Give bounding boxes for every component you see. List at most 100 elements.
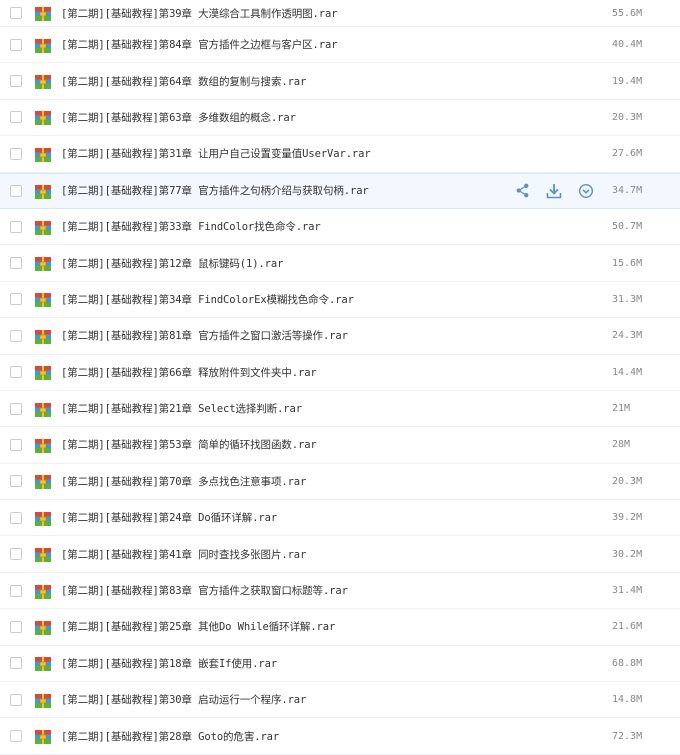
download-icon[interactable] (545, 182, 563, 200)
file-size: 31.4M (612, 585, 643, 597)
file-row[interactable]: [第二期][基础教程]第12章 鼠标键码(1).rar 15.6M (0, 245, 680, 282)
archive-file-icon (35, 365, 51, 381)
file-size: 40.4M (612, 39, 643, 51)
row-checkbox[interactable] (10, 511, 22, 524)
file-row[interactable]: [第二期][基础教程]第30章 启动运行一个程序.rar 14.8M (0, 682, 680, 719)
row-checkbox[interactable] (10, 620, 22, 633)
row-checkbox[interactable] (10, 657, 22, 670)
file-name[interactable]: [第二期][基础教程]第63章 多维数组的概念.rar (61, 110, 296, 125)
file-size: 31.3M (612, 293, 643, 305)
archive-file-icon (35, 402, 51, 417)
archive-file-icon (35, 438, 51, 453)
file-name[interactable]: [第二期][基础教程]第81章 官方插件之窗口激活等操作.rar (61, 328, 348, 343)
file-name[interactable]: [第二期][基础教程]第24章 Do循环详解.rar (61, 510, 277, 525)
row-checkbox[interactable] (10, 220, 22, 233)
file-name[interactable]: [第二期][基础教程]第25章 其他Do While循环详解.rar (61, 619, 335, 634)
file-size: 28M (612, 439, 631, 451)
row-checkbox[interactable] (10, 257, 22, 270)
file-row[interactable]: [第二期][基础教程]第18章 嵌套If使用.rar 68.8M (0, 646, 680, 683)
file-size: 14.8M (612, 694, 643, 706)
archive-file-icon (35, 147, 51, 162)
row-checkbox[interactable] (10, 548, 22, 561)
file-size: 55.6M (612, 7, 643, 19)
file-name[interactable]: [第二期][基础教程]第34章 FindColorEx模糊找色命令.rar (61, 292, 354, 307)
more-icon[interactable] (577, 182, 595, 200)
file-name[interactable]: [第二期][基础教程]第33章 FindColor找色命令.rar (61, 219, 321, 234)
file-name[interactable]: [第二期][基础教程]第84章 官方插件之边框与客户区.rar (61, 37, 338, 52)
file-name[interactable]: [第二期][基础教程]第70章 多点找色注意事项.rar (61, 474, 306, 489)
file-row[interactable]: [第二期][基础教程]第64章 数组的复制与搜索.rar 19.4M (0, 63, 680, 100)
file-size: 34.7M (612, 185, 643, 197)
file-row[interactable]: [第二期][基础教程]第53章 简单的循环找图函数.rar 28M (0, 427, 680, 464)
file-name[interactable]: [第二期][基础教程]第83章 官方插件之获取窗口标题等.rar (61, 583, 348, 598)
file-name[interactable]: [第二期][基础教程]第53章 简单的循环找图函数.rar (61, 437, 317, 452)
file-name[interactable]: [第二期][基础教程]第12章 鼠标键码(1).rar (61, 256, 283, 271)
row-checkbox[interactable] (10, 38, 22, 51)
archive-file-icon (35, 292, 51, 308)
archive-file-icon (35, 220, 51, 235)
file-row[interactable]: [第二期][基础教程]第31章 让用户自己设置变量值UserVar.rar 27.… (0, 136, 680, 173)
file-size: 20.3M (612, 475, 643, 487)
file-row[interactable]: [第二期][基础教程]第39章 大漠综合工具制作透明图.rar 55.6M (0, 0, 680, 27)
row-checkbox[interactable] (10, 438, 22, 451)
archive-file-icon (35, 6, 51, 21)
file-row[interactable]: [第二期][基础教程]第83章 官方插件之获取窗口标题等.rar 31.4M (0, 573, 680, 610)
file-size: 68.8M (612, 657, 643, 669)
file-row[interactable]: [第二期][基础教程]第81章 官方插件之窗口激活等操作.rar 24.3M (0, 318, 680, 355)
file-name[interactable]: [第二期][基础教程]第21章 Select选择判断.rar (61, 401, 302, 416)
file-size: 14.4M (612, 366, 643, 378)
row-checkbox[interactable] (10, 75, 22, 88)
row-checkbox[interactable] (10, 693, 22, 706)
file-size: 21M (612, 403, 631, 415)
archive-file-icon (35, 474, 51, 490)
row-checkbox[interactable] (10, 402, 22, 415)
file-list: [第二期][基础教程]第39章 大漠综合工具制作透明图.rar 55.6M [第二… (0, 0, 680, 755)
file-size: 27.6M (612, 148, 643, 160)
row-checkbox[interactable] (10, 184, 22, 197)
file-name[interactable]: [第二期][基础教程]第30章 启动运行一个程序.rar (61, 692, 306, 707)
row-checkbox[interactable] (10, 730, 22, 743)
share-icon[interactable] (513, 182, 531, 200)
row-checkbox[interactable] (10, 584, 22, 597)
file-row[interactable]: [第二期][基础教程]第70章 多点找色注意事项.rar 20.3M (0, 464, 680, 501)
archive-file-icon (35, 729, 51, 745)
file-name[interactable]: [第二期][基础教程]第18章 嵌套If使用.rar (61, 656, 277, 671)
row-actions (513, 182, 595, 200)
archive-file-icon (35, 620, 51, 635)
file-name[interactable]: [第二期][基础教程]第39章 大漠综合工具制作透明图.rar (61, 6, 338, 21)
row-checkbox[interactable] (10, 111, 22, 124)
archive-file-icon (35, 547, 51, 563)
archive-file-icon (35, 329, 51, 344)
file-row[interactable]: [第二期][基础教程]第33章 FindColor找色命令.rar 50.7M (0, 209, 680, 246)
file-name[interactable]: [第二期][基础教程]第28章 Goto的危害.rar (61, 729, 279, 744)
file-row[interactable]: [第二期][基础教程]第77章 官方插件之句柄介绍与获取句柄.rar 34.7M (0, 172, 680, 209)
file-name[interactable]: [第二期][基础教程]第66章 释放附件到文件夹中.rar (61, 365, 317, 380)
file-name[interactable]: [第二期][基础教程]第77章 官方插件之句柄介绍与获取句柄.rar (61, 183, 369, 198)
file-row[interactable]: [第二期][基础教程]第84章 官方插件之边框与客户区.rar 40.4M (0, 27, 680, 64)
file-row[interactable]: [第二期][基础教程]第66章 释放附件到文件夹中.rar 14.4M (0, 355, 680, 391)
archive-file-icon (35, 511, 51, 526)
archive-file-icon (35, 38, 51, 53)
file-size: 50.7M (612, 221, 643, 233)
file-row[interactable]: [第二期][基础教程]第24章 Do循环详解.rar 39.2M (0, 500, 680, 537)
file-row[interactable]: [第二期][基础教程]第34章 FindColorEx模糊找色命令.rar 31.… (0, 282, 680, 319)
row-checkbox[interactable] (10, 147, 22, 160)
row-checkbox[interactable] (10, 329, 22, 342)
file-row[interactable]: [第二期][基础教程]第28章 Goto的危害.rar 72.3M (0, 718, 680, 755)
file-row[interactable]: [第二期][基础教程]第25章 其他Do While循环详解.rar 21.6M (0, 609, 680, 646)
file-row[interactable]: [第二期][基础教程]第41章 同时查找多张图片.rar 30.2M (0, 536, 680, 573)
file-name[interactable]: [第二期][基础教程]第64章 数组的复制与搜索.rar (61, 74, 306, 89)
file-size: 30.2M (612, 548, 643, 560)
file-size: 72.3M (612, 730, 643, 742)
file-name[interactable]: [第二期][基础教程]第31章 让用户自己设置变量值UserVar.rar (61, 146, 371, 161)
row-checkbox[interactable] (10, 7, 22, 19)
archive-file-icon (35, 110, 51, 126)
row-checkbox[interactable] (10, 366, 22, 379)
row-checkbox[interactable] (10, 293, 22, 306)
file-size: 21.6M (612, 621, 643, 633)
file-row[interactable]: [第二期][基础教程]第21章 Select选择判断.rar 21M (0, 391, 680, 428)
file-row[interactable]: [第二期][基础教程]第63章 多维数组的概念.rar 20.3M (0, 100, 680, 137)
file-size: 15.6M (612, 257, 643, 269)
file-name[interactable]: [第二期][基础教程]第41章 同时查找多张图片.rar (61, 547, 306, 562)
row-checkbox[interactable] (10, 475, 22, 488)
